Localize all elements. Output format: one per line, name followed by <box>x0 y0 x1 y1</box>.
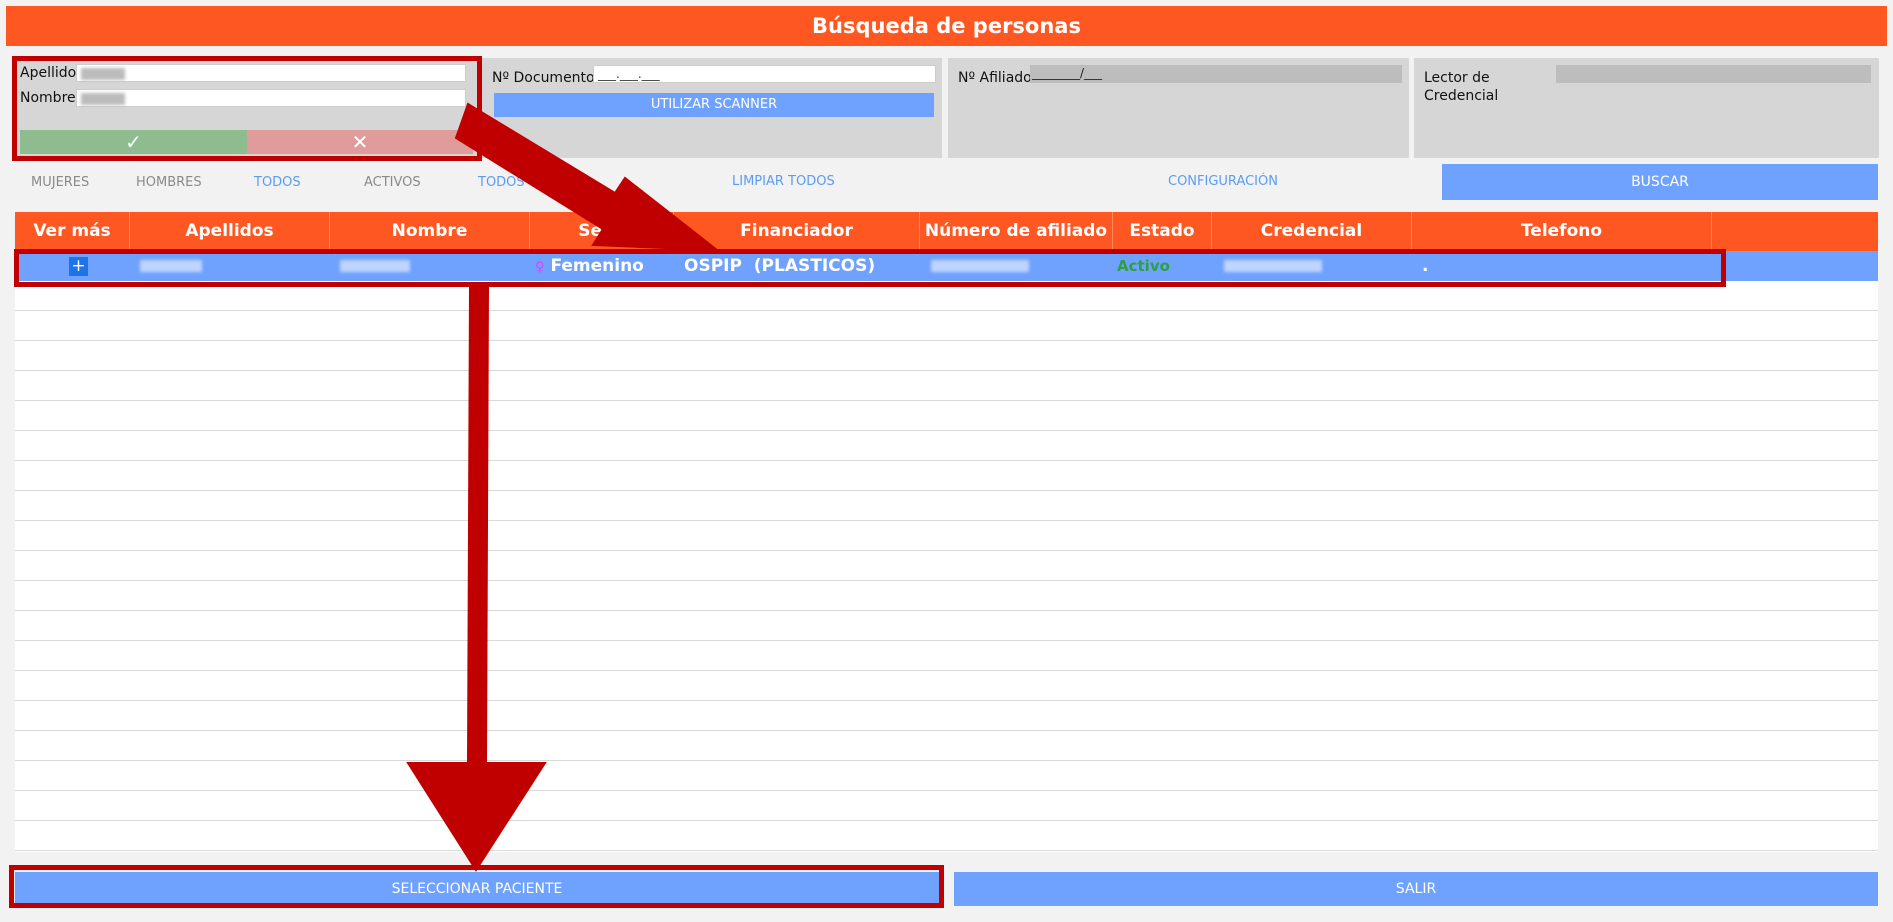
name-search-panel: Apellido Nombre ✓ ✕ <box>13 58 477 158</box>
cell-nombre <box>340 251 410 281</box>
afiliado-label: Nº Afiliado <box>958 70 1032 86</box>
filter-todos-sexo[interactable]: TODOS <box>254 175 301 190</box>
afiliado-input[interactable]: ________/___ <box>1030 65 1402 83</box>
affiliate-search-panel: Nº Afiliado ________/___ <box>948 58 1409 158</box>
col-ver-mas[interactable]: Ver más <box>15 212 130 251</box>
col-apellidos[interactable]: Apellidos <box>130 212 330 251</box>
nombre-label: Nombre <box>20 90 76 106</box>
female-icon: ♀ <box>535 260 545 275</box>
confirm-button[interactable]: ✓ <box>20 130 247 154</box>
col-nombre[interactable]: Nombre <box>330 212 530 251</box>
col-financiador[interactable]: Financiador <box>674 212 920 251</box>
scanner-button[interactable]: UTILIZAR SCANNER <box>494 93 934 117</box>
lector-label-1: Lector de <box>1424 70 1490 86</box>
cell-credencial <box>1224 251 1322 281</box>
apellido-label: Apellido <box>20 65 77 81</box>
filter-todos-estado[interactable]: TODOS <box>478 175 525 190</box>
cell-telefono: . <box>1422 256 1429 276</box>
table-header: Ver más Apellidos Nombre Sexo Financiado… <box>15 212 1878 251</box>
col-credencial[interactable]: Credencial <box>1212 212 1412 251</box>
cell-estado: Activo <box>1117 257 1170 275</box>
salir-button[interactable]: SALIR <box>954 872 1878 906</box>
close-icon: ✕ <box>351 130 369 154</box>
check-icon: ✓ <box>125 130 142 154</box>
credencial-input[interactable] <box>1556 65 1871 83</box>
empty-rows <box>15 251 1878 852</box>
cell-apellidos <box>140 251 202 281</box>
sexo-value: Femenino <box>550 256 644 276</box>
credential-reader-panel: Lector de Credencial <box>1414 58 1879 158</box>
lector-label-2: Credencial <box>1424 88 1499 104</box>
filter-mujeres[interactable]: MUJERES <box>31 175 89 190</box>
documento-label: Nº Documento <box>492 70 595 86</box>
window-title: Búsqueda de personas <box>6 6 1887 46</box>
cell-financiador: OSPIP (PLASTICOS) <box>684 256 876 276</box>
cancel-button[interactable]: ✕ <box>247 130 473 154</box>
col-telefono[interactable]: Telefono <box>1412 212 1712 251</box>
table-row[interactable]: + ♀ Femenino OSPIP (PLASTICOS) Activo . <box>15 251 1878 281</box>
results-table: Ver más Apellidos Nombre Sexo Financiado… <box>15 212 1878 852</box>
filter-activos[interactable]: ACTIVOS <box>364 175 421 190</box>
document-search-panel: Nº Documento ___.___.___ UTILIZAR SCANNE… <box>482 58 942 158</box>
configuracion-link[interactable]: CONFIGURACIÓN <box>1168 174 1278 189</box>
col-estado[interactable]: Estado <box>1113 212 1212 251</box>
buscar-button[interactable]: BUSCAR <box>1442 164 1878 200</box>
filter-hombres[interactable]: HOMBRES <box>136 175 202 190</box>
limpiar-todos-link[interactable]: LIMPIAR TODOS <box>732 174 835 189</box>
cell-sexo: ♀ Femenino <box>535 251 644 281</box>
apellido-input[interactable] <box>76 64 466 82</box>
documento-input[interactable]: ___.___.___ <box>593 65 936 83</box>
col-numero-afiliado[interactable]: Número de afiliado <box>920 212 1113 251</box>
nombre-input[interactable] <box>76 89 466 107</box>
plus-icon[interactable]: + <box>69 257 88 276</box>
seleccionar-paciente-button[interactable]: SELECCIONAR PACIENTE <box>15 872 939 906</box>
cell-numero-afiliado <box>931 251 1029 281</box>
col-sexo[interactable]: Sexo <box>530 212 674 251</box>
